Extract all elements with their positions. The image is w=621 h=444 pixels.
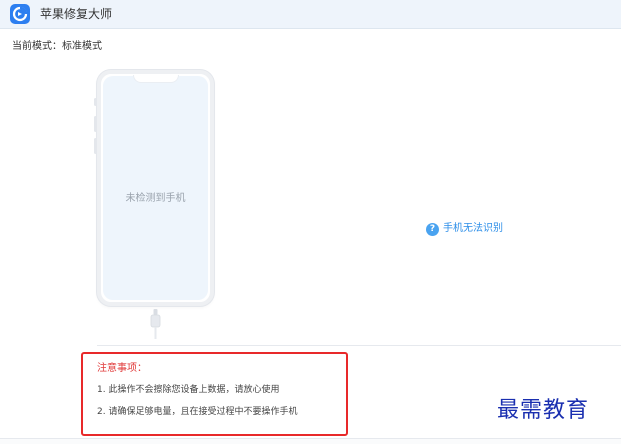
app-logo-icon <box>10 4 30 24</box>
device-status-text: 未检测到手机 <box>125 193 186 204</box>
lightning-cable-icon <box>150 309 161 339</box>
notice-title: 注意事项： <box>97 363 147 374</box>
section-divider <box>97 345 621 346</box>
phone-notch <box>132 75 179 83</box>
watermark-text: 最需教育 <box>497 398 590 423</box>
notice-box: 注意事项： 1. 此操作不会擦除您设备上数据，请放心使用 2. 请确保足够电量，… <box>81 352 348 436</box>
phone-volume-up-button <box>94 116 97 132</box>
app-title: 苹果修复大师 <box>40 7 113 21</box>
device-not-recognized-link[interactable]: ? 手机无法识别 <box>426 221 503 237</box>
current-mode-label: 当前模式：标准模式 <box>12 41 102 52</box>
phone-screen: 未检测到手机 <box>103 75 208 300</box>
phone-side-button <box>94 98 97 106</box>
phone-volume-down-button <box>94 138 97 154</box>
device-not-recognized-text: 手机无法识别 <box>443 223 503 234</box>
question-icon: ? <box>426 222 439 236</box>
notice-item: 1. 此操作不会擦除您设备上数据，请放心使用 <box>97 385 280 395</box>
title-bar: 苹果修复大师 <box>0 0 621 29</box>
notice-item: 2. 请确保足够电量，且在接受过程中不要操作手机 <box>97 407 298 417</box>
phone-illustration: 未检测到手机 <box>94 70 214 306</box>
bottom-border <box>0 438 621 444</box>
